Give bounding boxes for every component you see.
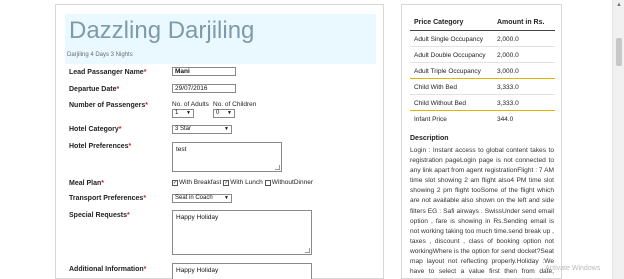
chevron-down-icon: ▼: [186, 110, 191, 116]
package-subtitle: Darjiling 4 Days 3 Nights: [67, 52, 133, 58]
children-label: No. of Children: [213, 101, 257, 108]
price-row: Adult Single Occupancy 2,000.0: [410, 31, 555, 47]
dinner-option-label: WithoutDinner: [271, 179, 313, 186]
transport-label: Transport Preferences*: [69, 195, 147, 202]
special-requests-textarea[interactable]: Happy Holiday: [172, 210, 312, 255]
amount-header: Amount in Rs.: [497, 19, 545, 26]
lunch-checkbox[interactable]: ✓: [223, 179, 230, 186]
resize-grip-icon[interactable]: [275, 165, 280, 170]
activate-windows-watermark: Activate Windows: [545, 265, 601, 272]
children-select[interactable]: 0 ▼: [213, 109, 235, 118]
hotel-category-select[interactable]: 3 Star ▼: [172, 125, 232, 134]
adults-select[interactable]: 1 ▼: [172, 109, 194, 118]
breakfast-checkbox[interactable]: ✓: [172, 179, 178, 186]
special-requests-label: Special Requests*: [69, 212, 130, 219]
price-panel: Price Category Amount in Rs. Adult Singl…: [401, 4, 562, 279]
lead-name-input[interactable]: Mani: [172, 67, 236, 76]
description-title: Description: [410, 135, 449, 142]
chevron-down-icon: ▼: [224, 195, 229, 201]
price-row: Infant Price 344.0: [414, 116, 514, 123]
hotel-category-label: Hotel Category*: [69, 126, 122, 133]
page-scrollbar[interactable]: ▲: [612, 0, 624, 279]
lead-name-label: Lead Passanger Name*: [69, 69, 147, 76]
departure-date-input[interactable]: 29/07/2016: [172, 84, 236, 93]
meal-plan-label: Meal Plan*: [69, 180, 105, 187]
package-header: Dazzling Darjiling Darjiling 4 Days 3 Ni…: [65, 14, 376, 64]
hotel-preferences-label: Hotel Preferences*: [69, 143, 132, 150]
additional-info-textarea[interactable]: Happy Holiday: [172, 263, 312, 279]
departure-date-label: Departue Date*: [69, 86, 120, 93]
price-table-header: Price Category Amount in Rs.: [410, 17, 555, 31]
booking-form-panel: Dazzling Darjiling Darjiling 4 Days 3 Ni…: [55, 4, 384, 279]
transport-select[interactable]: Seat in Coach ▼: [172, 194, 232, 203]
passengers-label: Number of Passengers*: [69, 102, 148, 109]
additional-info-label: Additional Information*: [69, 266, 147, 273]
price-row: Child With Bed 3,333.0: [410, 79, 555, 95]
chevron-down-icon: ▼: [224, 126, 229, 132]
price-row: Adult Triple Occupancy 3,000.0: [410, 63, 555, 79]
price-category-header: Price Category: [414, 19, 464, 26]
price-row: Child Without Bed 3,333.0: [410, 95, 555, 111]
hotel-preferences-textarea[interactable]: test: [172, 142, 282, 172]
price-row: Adult Double Occupancy 2,000.0: [410, 47, 555, 63]
adults-label: No. of Adults: [172, 101, 209, 108]
lunch-option-label: With Lunch: [230, 179, 263, 186]
scroll-thumb[interactable]: [616, 38, 622, 66]
scroll-up-arrow-icon[interactable]: ▲: [616, 2, 622, 8]
dinner-checkbox[interactable]: [264, 179, 271, 186]
breakfast-option-label: With Breakfast: [179, 179, 222, 186]
description-text: Login : Instant access to global content…: [410, 147, 554, 276]
resize-grip-icon[interactable]: [305, 248, 310, 253]
package-title: Dazzling Darjiling: [69, 17, 255, 44]
meal-plan-options: ✓ With Breakfast ✓ With Lunch WithoutDinne…: [172, 179, 313, 186]
chevron-down-icon: ▼: [227, 110, 232, 116]
